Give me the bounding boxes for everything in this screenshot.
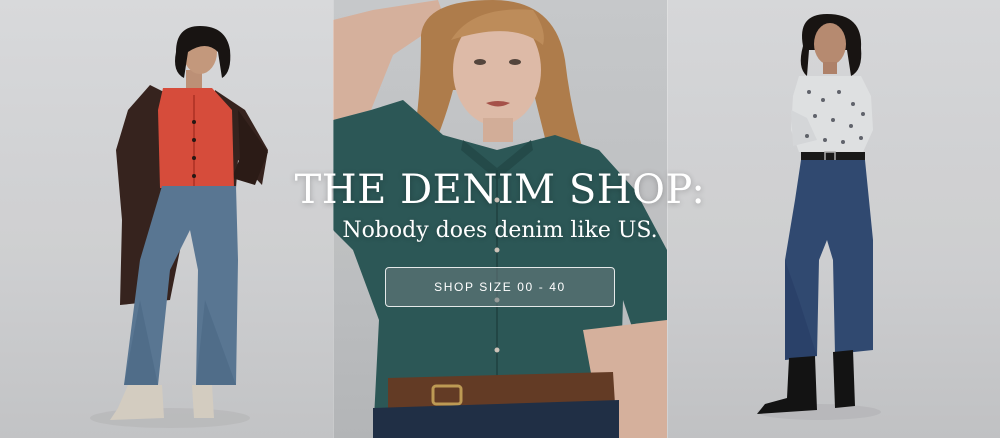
hero-headline: THE DENIM SHOP: — [294, 167, 706, 213]
denim-hero-banner[interactable]: THE DENIM SHOP: Nobody does denim like U… — [0, 0, 1000, 438]
shop-size-button[interactable]: SHOP SIZE 00 - 40 — [385, 267, 615, 307]
hero-subheadline: Nobody does denim like US. — [342, 218, 658, 243]
